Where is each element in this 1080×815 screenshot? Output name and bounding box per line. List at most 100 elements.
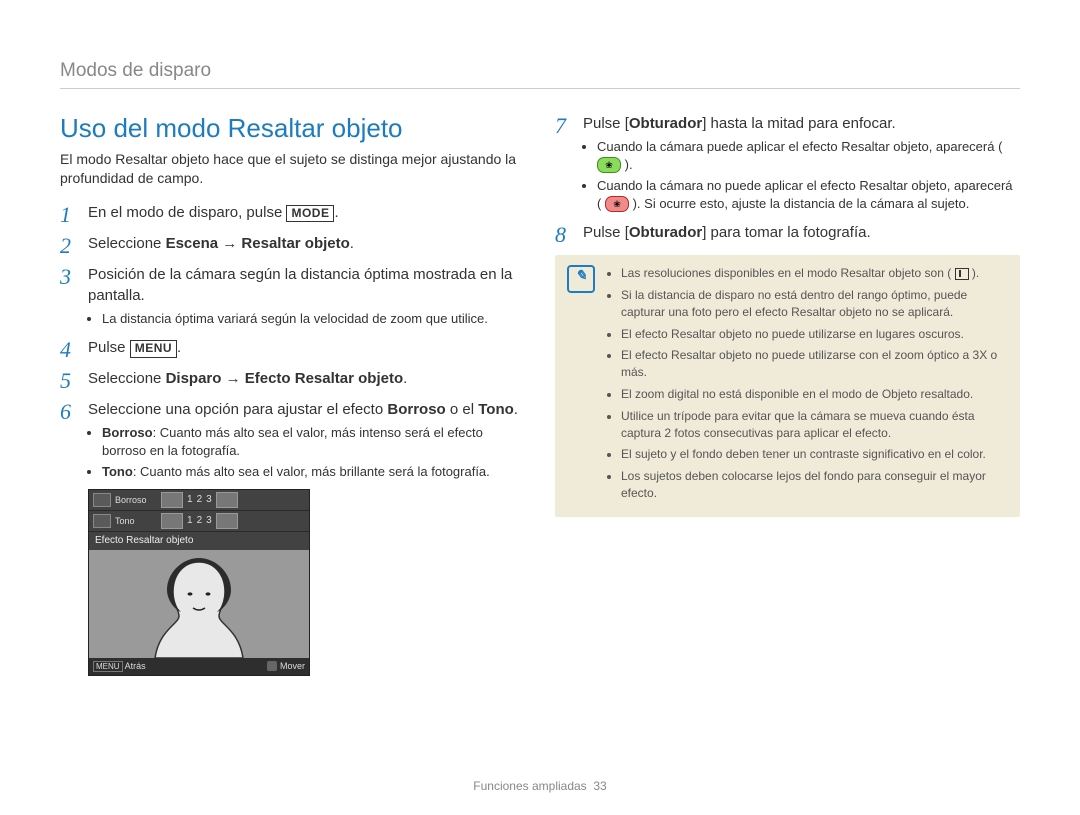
step-bold: Obturador bbox=[629, 224, 702, 241]
step-text: En el modo de disparo, pulse bbox=[88, 204, 286, 221]
blur-icon bbox=[93, 493, 111, 507]
step-text-end: . bbox=[177, 339, 181, 356]
lcd-row-borroso: Borroso 1 2 3 bbox=[89, 490, 309, 511]
bullet-text-end: ). Si ocurre esto, ajuste la distancia d… bbox=[633, 196, 970, 211]
step-text-end: . bbox=[514, 401, 518, 418]
step-text: Posición de la cámara según la distancia… bbox=[88, 266, 512, 304]
step-text-mid: o el bbox=[446, 401, 479, 418]
step-7-bullet-1: Cuando la cámara puede aplicar el efecto… bbox=[597, 138, 1020, 173]
right-column: 7 Pulse [Obturador] hasta la mitad para … bbox=[555, 113, 1020, 785]
lcd-back-button: MENU bbox=[93, 661, 123, 672]
note-item: El zoom digital no está disponible en el… bbox=[621, 386, 1008, 403]
step-bold: Escena → Resaltar objeto bbox=[166, 235, 350, 252]
step-number: 1 bbox=[60, 200, 71, 231]
note-item: Las resoluciones disponibles en el modo … bbox=[621, 265, 1008, 282]
resolution-icon bbox=[955, 268, 969, 280]
note-item: Utilice un trípode para evitar que la cá… bbox=[621, 408, 1008, 442]
intro-text: El modo Resaltar objeto hace que el suje… bbox=[60, 150, 525, 188]
step-6-bullet-1: Borroso: Cuanto más alto sea el valor, m… bbox=[102, 424, 525, 459]
lcd-thumb bbox=[161, 513, 183, 529]
step-bold-1: Borroso bbox=[387, 401, 445, 418]
step-6: 6 Seleccione una opción para ajustar el … bbox=[60, 399, 525, 675]
note-item: El sujeto y el fondo deben tener un cont… bbox=[621, 446, 1008, 463]
step-text-end: . bbox=[350, 235, 354, 252]
note-item: Si la distancia de disparo no está dentr… bbox=[621, 287, 1008, 321]
step-number: 7 bbox=[555, 111, 566, 142]
step-3: 3 Posición de la cámara según la distanc… bbox=[60, 264, 525, 328]
portrait-silhouette-icon bbox=[89, 550, 309, 658]
bullet-text-end: ). bbox=[625, 157, 633, 172]
lcd-title: Efecto Resaltar objeto bbox=[89, 532, 309, 550]
bullet-label: Borroso bbox=[102, 425, 153, 440]
lcd-value: 3 bbox=[206, 493, 212, 507]
note-text: Las resoluciones disponibles en el modo … bbox=[621, 266, 951, 280]
lcd-footer: MENU Atrás Mover bbox=[89, 658, 309, 675]
step-8: 8 Pulse [Obturador] para tomar la fotogr… bbox=[555, 222, 1020, 243]
step-bold: Obturador bbox=[629, 115, 702, 132]
step-text-end: ] hasta la mitad para enfocar. bbox=[702, 115, 895, 132]
step-6-bullet-2: Tono: Cuanto más alto sea el valor, más … bbox=[102, 463, 525, 481]
lcd-preview-image bbox=[89, 550, 309, 658]
tone-icon bbox=[93, 514, 111, 528]
bullet-label: Tono bbox=[102, 464, 133, 479]
note-item: El efecto Resaltar objeto no puede utili… bbox=[621, 347, 1008, 381]
footer-label: Funciones ampliadas bbox=[473, 779, 586, 793]
step-7-bullet-2: Cuando la cámara no puede aplicar el efe… bbox=[597, 177, 1020, 212]
step-text: Seleccione bbox=[88, 235, 166, 252]
section-header: Modos de disparo bbox=[60, 60, 1020, 89]
dpad-icon bbox=[267, 661, 277, 671]
note-item: El efecto Resaltar objeto no puede utili… bbox=[621, 326, 1008, 343]
camera-lcd-preview: Borroso 1 2 3 Tono 1 2 3 bbox=[88, 489, 310, 676]
lcd-value: 1 bbox=[187, 514, 193, 528]
step-number: 3 bbox=[60, 262, 71, 293]
step-text-end: . bbox=[334, 204, 338, 221]
lcd-back-text: Atrás bbox=[125, 661, 146, 671]
footer-page-number: 33 bbox=[593, 779, 606, 793]
step-text: Pulse bbox=[88, 339, 130, 356]
step-number: 8 bbox=[555, 220, 566, 251]
note-item: Los sujetos deben colocarse lejos del fo… bbox=[621, 468, 1008, 502]
step-2: 2 Seleccione Escena → Resaltar objeto. bbox=[60, 233, 525, 254]
bullet-text: Cuando la cámara puede aplicar el efecto… bbox=[597, 139, 1002, 154]
step-text: Pulse [ bbox=[583, 115, 629, 132]
note-box: ✎ Las resoluciones disponibles en el mod… bbox=[555, 255, 1020, 517]
bullet-text: : Cuanto más alto sea el valor, más inte… bbox=[102, 425, 483, 458]
lcd-move-text: Mover bbox=[280, 660, 305, 673]
step-number: 4 bbox=[60, 335, 71, 366]
lcd-row-tono: Tono 1 2 3 bbox=[89, 511, 309, 532]
left-column: Uso del modo Resaltar objeto El modo Res… bbox=[60, 113, 525, 785]
lcd-thumb bbox=[161, 492, 183, 508]
focus-fail-icon: ❀ bbox=[605, 196, 629, 212]
step-text: Pulse [ bbox=[583, 224, 629, 241]
lcd-value: 3 bbox=[206, 514, 212, 528]
step-5: 5 Seleccione Disparo → Efecto Resaltar o… bbox=[60, 368, 525, 389]
lcd-label: Tono bbox=[115, 515, 157, 528]
bullet-text: : Cuanto más alto sea el valor, más bril… bbox=[133, 464, 490, 479]
step-text-end: . bbox=[403, 370, 407, 387]
step-3-bullet: La distancia óptima variará según la vel… bbox=[102, 310, 525, 328]
step-bold: Disparo → Efecto Resaltar objeto bbox=[166, 370, 404, 387]
page-footer: Funciones ampliadas 33 bbox=[0, 779, 1080, 793]
step-text: Seleccione una opción para ajustar el ef… bbox=[88, 401, 387, 418]
step-number: 2 bbox=[60, 231, 71, 262]
step-number: 5 bbox=[60, 366, 71, 397]
menu-button-label: MENU bbox=[130, 340, 177, 358]
lcd-value: 2 bbox=[197, 514, 203, 528]
step-text: Seleccione bbox=[88, 370, 166, 387]
lcd-thumb bbox=[216, 513, 238, 529]
lcd-thumb bbox=[216, 492, 238, 508]
step-text-end: ] para tomar la fotografía. bbox=[702, 224, 870, 241]
lcd-label: Borroso bbox=[115, 494, 157, 507]
note-icon: ✎ bbox=[567, 265, 595, 293]
step-4: 4 Pulse MENU. bbox=[60, 337, 525, 358]
focus-ok-icon: ❀ bbox=[597, 157, 621, 173]
note-text-end: ). bbox=[972, 266, 979, 280]
lcd-value: 1 bbox=[187, 493, 193, 507]
step-7: 7 Pulse [Obturador] hasta la mitad para … bbox=[555, 113, 1020, 212]
step-number: 6 bbox=[60, 397, 71, 428]
lcd-value: 2 bbox=[197, 493, 203, 507]
page-title: Uso del modo Resaltar objeto bbox=[60, 113, 525, 144]
step-1: 1 En el modo de disparo, pulse MODE. bbox=[60, 202, 525, 223]
mode-button-label: MODE bbox=[286, 205, 334, 223]
step-bold-2: Tono bbox=[478, 401, 514, 418]
